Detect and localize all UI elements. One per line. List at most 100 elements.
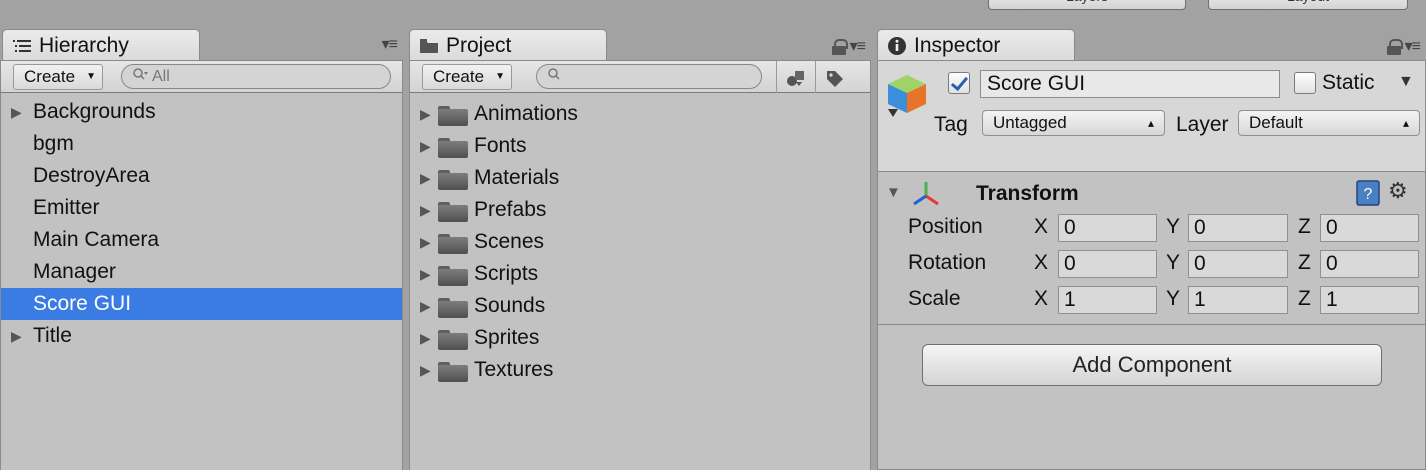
create-button[interactable]: Create ▼: [422, 64, 512, 90]
tab-inspector[interactable]: Inspector: [877, 29, 1075, 61]
layer-dropdown[interactable]: Default ▴: [1238, 110, 1420, 136]
transform-row-label: Rotation: [908, 251, 987, 274]
static-dropdown-caret-icon[interactable]: ▼: [1398, 73, 1414, 91]
tab-label: Inspector: [914, 33, 1001, 57]
inspector-content: Score GUI Static ▼ Tag Untagged ▴ Layer …: [877, 60, 1426, 470]
transform-z-field[interactable]: 0: [1320, 214, 1419, 242]
project-folder-item[interactable]: ▶ Fonts: [410, 130, 870, 162]
expand-triangle-icon[interactable]: ▶: [11, 320, 22, 352]
axis-z-label[interactable]: Z: [1298, 215, 1311, 239]
axis-z-label[interactable]: Z: [1298, 287, 1311, 311]
project-folder-item[interactable]: ▶ Scripts: [410, 258, 870, 290]
folder-icon: [438, 202, 468, 222]
create-button[interactable]: Create ▼: [13, 64, 103, 90]
object-name-field[interactable]: Score GUI: [980, 70, 1280, 98]
project-folder-item[interactable]: ▶ Textures: [410, 354, 870, 386]
project-folder-item[interactable]: ▶ Scenes: [410, 226, 870, 258]
axis-y-label[interactable]: Y: [1166, 287, 1180, 311]
inspector-panel-menu: ▾≡: [1386, 39, 1421, 55]
hierarchy-toolbar: Create ▼ All: [0, 60, 403, 93]
search-placeholder: All: [152, 67, 170, 85]
hierarchy-item[interactable]: DestroyArea: [1, 160, 402, 192]
folder-label: Materials: [474, 166, 560, 189]
hierarchy-item-label: Backgrounds: [33, 100, 156, 123]
axis-x-label[interactable]: X: [1034, 215, 1048, 239]
axis-x-label[interactable]: X: [1034, 287, 1048, 311]
hierarchy-item-label: DestroyArea: [33, 164, 150, 187]
transform-component-header[interactable]: ▼ Transform ? ⚙: [878, 178, 1425, 212]
layers-dropdown[interactable]: Layers: [988, 0, 1186, 10]
tag-label: Tag: [934, 113, 968, 136]
expand-triangle-icon[interactable]: ▶: [420, 322, 431, 354]
transform-row-label: Scale: [908, 287, 961, 310]
panel-menu-icon[interactable]: ▾≡: [850, 39, 866, 55]
project-folder-item[interactable]: ▶ Animations: [410, 98, 870, 130]
expand-triangle-icon[interactable]: ▶: [420, 130, 431, 162]
expand-triangle-icon[interactable]: ▶: [420, 354, 431, 386]
project-toolbar: Create ▼: [409, 60, 871, 94]
create-label: Create: [433, 67, 485, 86]
axis-y-label[interactable]: Y: [1166, 215, 1180, 239]
hierarchy-item[interactable]: Manager: [1, 256, 402, 288]
filter-by-type-icon[interactable]: [776, 61, 814, 94]
hierarchy-item[interactable]: Main Camera: [1, 224, 402, 256]
tab-project[interactable]: Project: [409, 29, 607, 61]
transform-x-field[interactable]: 0: [1058, 214, 1157, 242]
folder-icon: [438, 362, 468, 382]
static-checkbox[interactable]: [1294, 72, 1316, 94]
hierarchy-panel: Hierarchy ▾≡ Create ▼ All ▶ Backgrounds bg…: [0, 29, 403, 470]
gameobject-cube-icon[interactable]: [886, 73, 928, 119]
transform-z-field[interactable]: 1: [1320, 286, 1419, 314]
panel-menu-icon[interactable]: ▾≡: [1405, 39, 1421, 55]
expand-triangle-icon[interactable]: ▶: [420, 98, 431, 130]
folder-label: Sounds: [474, 294, 546, 317]
search-input[interactable]: All: [121, 64, 391, 89]
expand-triangle-icon[interactable]: ▶: [11, 96, 22, 128]
transform-title: Transform: [976, 182, 1079, 205]
expand-triangle-icon[interactable]: ▶: [420, 258, 431, 290]
hierarchy-item[interactable]: Emitter: [1, 192, 402, 224]
hierarchy-item[interactable]: ▶ Title: [1, 320, 402, 352]
project-folder-item[interactable]: ▶ Sprites: [410, 322, 870, 354]
transform-y-field[interactable]: 0: [1188, 250, 1288, 278]
panel-menu-icon[interactable]: ▾≡: [382, 37, 398, 53]
gear-icon[interactable]: ⚙: [1388, 178, 1408, 204]
collapse-triangle-icon[interactable]: ▼: [886, 184, 901, 201]
search-input[interactable]: [536, 64, 762, 89]
transform-x-field[interactable]: 1: [1058, 286, 1157, 314]
filter-by-label-icon[interactable]: [815, 61, 853, 94]
project-folder-item[interactable]: ▶ Prefabs: [410, 194, 870, 226]
search-icon: [547, 66, 561, 88]
inspector-panel: Inspector ▾≡ Score GUI Static ▼ Tag Unta…: [877, 29, 1426, 470]
transform-y-field[interactable]: 1: [1188, 286, 1288, 314]
axis-y-label[interactable]: Y: [1166, 251, 1180, 275]
tag-dropdown[interactable]: Untagged ▴: [982, 110, 1165, 136]
hierarchy-item[interactable]: Score GUI: [1, 288, 402, 320]
layout-dropdown[interactable]: Layout: [1208, 0, 1408, 10]
folder-label: Textures: [474, 358, 554, 381]
folder-icon: [438, 298, 468, 318]
transform-y-field[interactable]: 0: [1188, 214, 1288, 242]
static-label: Static: [1322, 71, 1375, 94]
active-checkbox[interactable]: [948, 72, 970, 94]
lock-icon[interactable]: [831, 39, 848, 55]
hierarchy-item[interactable]: bgm: [1, 128, 402, 160]
hierarchy-item[interactable]: ▶ Backgrounds: [1, 96, 402, 128]
axis-x-label[interactable]: X: [1034, 251, 1048, 275]
folder-icon: [418, 35, 440, 57]
expand-triangle-icon[interactable]: ▶: [420, 162, 431, 194]
project-folder-list: ▶ Animations ▶ Fonts ▶ Materials ▶ Prefabs ▶ Scen…: [409, 93, 871, 470]
project-folder-item[interactable]: ▶ Sounds: [410, 290, 870, 322]
axis-z-label[interactable]: Z: [1298, 251, 1311, 275]
tab-label: Project: [446, 33, 512, 57]
transform-x-field[interactable]: 0: [1058, 250, 1157, 278]
add-component-button[interactable]: Add Component: [922, 344, 1382, 386]
transform-z-field[interactable]: 0: [1320, 250, 1419, 278]
project-folder-item[interactable]: ▶ Materials: [410, 162, 870, 194]
lock-icon[interactable]: [1386, 39, 1403, 55]
expand-triangle-icon[interactable]: ▶: [420, 194, 431, 226]
tab-hierarchy[interactable]: Hierarchy: [2, 29, 200, 61]
help-book-icon[interactable]: ?: [1356, 180, 1380, 211]
expand-triangle-icon[interactable]: ▶: [420, 226, 431, 258]
expand-triangle-icon[interactable]: ▶: [420, 290, 431, 322]
